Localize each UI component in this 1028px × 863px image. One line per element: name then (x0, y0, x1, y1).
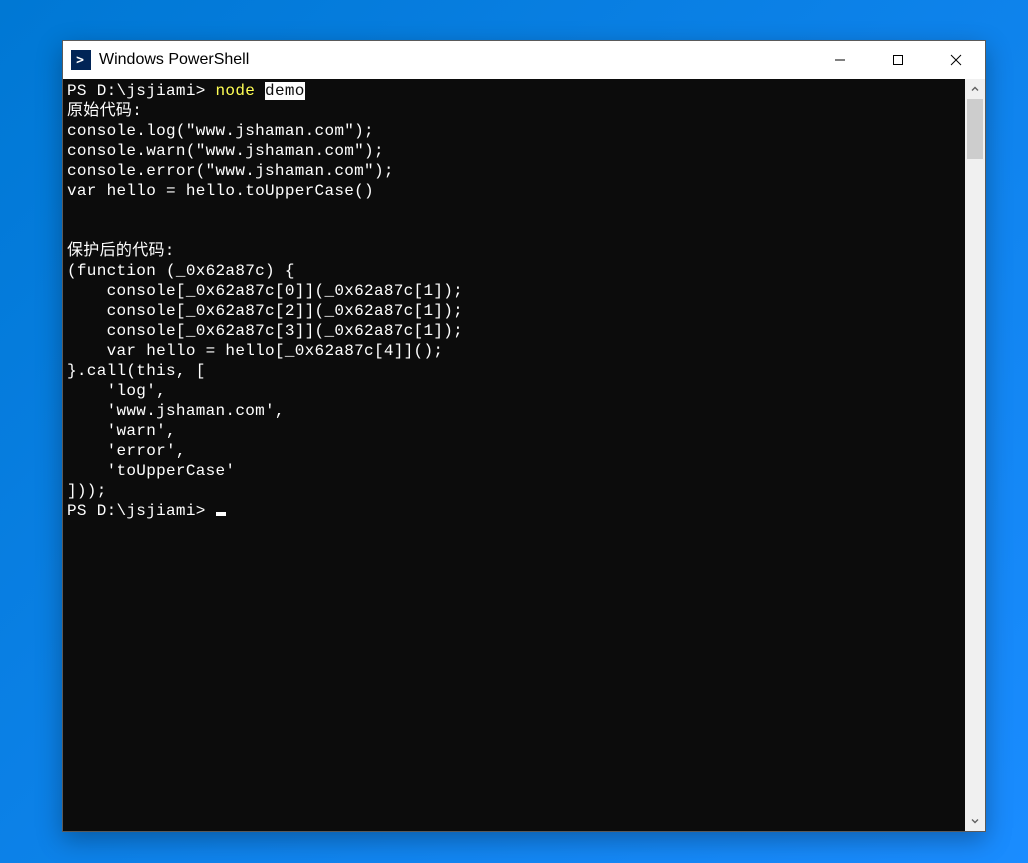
terminal-line: var hello = hello.toUpperCase() (67, 181, 961, 201)
terminal-body: PS D:\jsjiami> node demo原始代码:console.log… (63, 79, 985, 831)
terminal-line: PS D:\jsjiami> node demo (67, 81, 961, 101)
powershell-window: > Windows PowerShell PS D:\jsjiami> node… (62, 40, 986, 832)
terminal-line: console[_0x62a87c[0]](_0x62a87c[1]); (67, 281, 961, 301)
terminal-line: 保护后的代码: (67, 241, 961, 261)
terminal-content[interactable]: PS D:\jsjiami> node demo原始代码:console.log… (63, 79, 965, 831)
window-title: Windows PowerShell (99, 51, 811, 69)
maximize-button[interactable] (869, 41, 927, 79)
terminal-line: 'warn', (67, 421, 961, 441)
terminal-line: console.error("www.jshaman.com"); (67, 161, 961, 181)
minimize-button[interactable] (811, 41, 869, 79)
scrollbar[interactable] (965, 79, 985, 831)
terminal-line: var hello = hello[_0x62a87c[4]](); (67, 341, 961, 361)
terminal-line (67, 201, 961, 221)
terminal-line: PS D:\jsjiami> (67, 501, 961, 521)
terminal-line: 'error', (67, 441, 961, 461)
terminal-line: }.call(this, [ (67, 361, 961, 381)
powershell-icon: > (71, 50, 91, 70)
chevron-up-icon (971, 85, 979, 93)
window-controls (811, 41, 985, 79)
terminal-line: console[_0x62a87c[2]](_0x62a87c[1]); (67, 301, 961, 321)
terminal-line: console[_0x62a87c[3]](_0x62a87c[1]); (67, 321, 961, 341)
terminal-line: 'log', (67, 381, 961, 401)
terminal-line: 'www.jshaman.com', (67, 401, 961, 421)
cursor (216, 512, 226, 516)
prompt-path: PS D:\jsjiami> (67, 82, 216, 100)
terminal-line (67, 221, 961, 241)
prompt-path: PS D:\jsjiami> (67, 502, 216, 520)
scroll-thumb[interactable] (967, 99, 983, 159)
scroll-track[interactable] (965, 99, 985, 811)
terminal-line: console.warn("www.jshaman.com"); (67, 141, 961, 161)
terminal-line: console.log("www.jshaman.com"); (67, 121, 961, 141)
maximize-icon (892, 54, 904, 66)
command-arg-selected: demo (265, 82, 305, 100)
terminal-line: (function (_0x62a87c) { (67, 261, 961, 281)
minimize-icon (834, 54, 846, 66)
powershell-icon-glyph: > (76, 53, 84, 68)
close-button[interactable] (927, 41, 985, 79)
terminal-line: ])); (67, 481, 961, 501)
scroll-down-button[interactable] (965, 811, 985, 831)
command-node: node (216, 82, 266, 100)
terminal-line: 'toUpperCase' (67, 461, 961, 481)
chevron-down-icon (971, 817, 979, 825)
close-icon (950, 54, 962, 66)
window-titlebar[interactable]: > Windows PowerShell (63, 41, 985, 79)
terminal-line: 原始代码: (67, 101, 961, 121)
scroll-up-button[interactable] (965, 79, 985, 99)
